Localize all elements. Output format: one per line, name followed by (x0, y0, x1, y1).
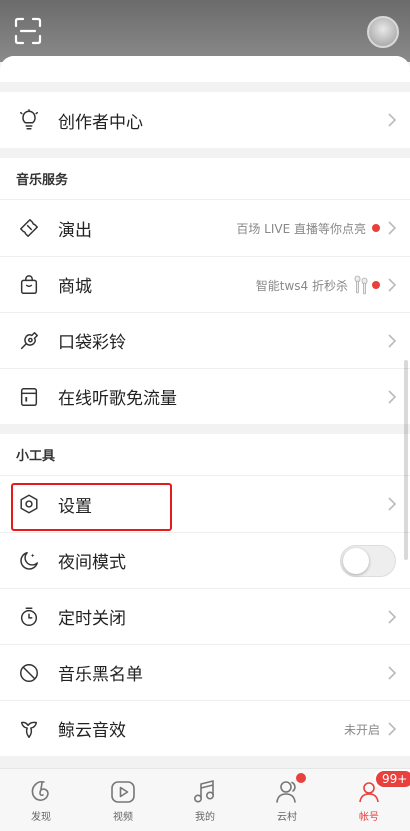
tab-discover[interactable]: 发现 (0, 769, 82, 831)
bottom-tab-bar: 发现 视频 我的 云村 99+ 帐号 (0, 768, 410, 831)
chevron-right-icon (388, 113, 397, 127)
section-title-tools: 小工具 (0, 434, 410, 476)
chevron-right-icon (388, 722, 397, 736)
mall-hint: 智能tws4 折秒杀 (255, 278, 348, 293)
sleep-timer-label: 定时关闭 (58, 609, 126, 629)
chevron-right-icon (388, 221, 397, 235)
chevron-right-icon (388, 497, 397, 511)
mall-label: 商城 (58, 277, 92, 297)
netease-music-icon (31, 780, 49, 801)
menu-item-night-mode[interactable]: 夜间模式 (0, 532, 410, 588)
toggle-knob (343, 548, 369, 574)
blacklist-label: 音乐黑名单 (58, 665, 143, 685)
timer-icon (16, 604, 42, 630)
ticket-icon (16, 215, 42, 241)
sim-card-icon (16, 384, 42, 410)
tab-video[interactable]: 视频 (82, 769, 164, 831)
lightbulb-icon (16, 107, 42, 133)
top-bar (0, 0, 410, 62)
play-icon (111, 780, 135, 803)
chevron-right-icon (388, 390, 397, 404)
chevron-right-icon (388, 666, 397, 680)
tab-mine[interactable]: 我的 (164, 769, 246, 831)
settings-label: 设置 (58, 496, 92, 517)
tab-account[interactable]: 99+ 帐号 (328, 769, 410, 831)
earbuds-icon (354, 275, 368, 295)
tab-label: 我的 (195, 811, 215, 823)
sound-effect-label: 鲸云音效 (58, 721, 126, 741)
ringtone-icon (16, 328, 42, 354)
account-sheet: 创作者中心 音乐服务 演出 百场 LIVE 直播等你点亮 商城 智能tws4 折… (0, 56, 410, 768)
shows-label: 演出 (58, 220, 92, 241)
notification-badge: 99+ (374, 769, 410, 789)
tab-label: 帐号 (359, 811, 379, 823)
sound-effect-status: 未开启 (343, 722, 380, 737)
creator-center-label: 创作者中心 (58, 112, 143, 133)
tab-red-dot (296, 773, 306, 783)
red-dot (372, 281, 380, 289)
menu-item-shows[interactable]: 演出 百场 LIVE 直播等你点亮 (0, 200, 410, 256)
tab-label: 视频 (113, 811, 133, 823)
music-services-card: 音乐服务 演出 百场 LIVE 直播等你点亮 商城 智能tws4 折秒杀 口袋彩… (0, 158, 410, 424)
block-icon (16, 660, 42, 686)
creator-center-item[interactable]: 创作者中心 (0, 92, 410, 148)
tab-label: 云村 (277, 811, 297, 823)
settings-hexagon-icon (16, 491, 42, 517)
avatar[interactable] (367, 16, 399, 48)
menu-item-sleep-timer[interactable]: 定时关闭 (0, 588, 410, 644)
tab-community[interactable]: 云村 (246, 769, 328, 831)
menu-item-mall[interactable]: 商城 智能tws4 折秒杀 (0, 256, 410, 312)
shopping-bag-icon (16, 272, 42, 298)
whale-icon (16, 716, 42, 742)
menu-item-ringtone[interactable]: 口袋彩铃 (0, 312, 410, 368)
menu-item-sound-effect[interactable]: 鲸云音效 未开启 (0, 700, 410, 756)
shows-hint: 百场 LIVE 直播等你点亮 (236, 221, 366, 236)
chevron-right-icon (388, 278, 397, 292)
night-mode-toggle[interactable] (340, 545, 396, 577)
tab-label: 发现 (31, 811, 51, 823)
free-data-label: 在线听歌免流量 (58, 389, 177, 409)
music-note-icon (193, 779, 215, 802)
section-title-music-services: 音乐服务 (0, 158, 410, 200)
scan-icon[interactable] (14, 17, 42, 45)
tools-card: 小工具 设置 夜间模式 定时关闭 音乐黑名单 鲸云音效 未开启 (0, 434, 410, 756)
night-mode-label: 夜间模式 (58, 553, 126, 573)
menu-item-settings[interactable]: 设置 (0, 476, 410, 532)
scrollbar[interactable] (404, 360, 408, 560)
chevron-right-icon (388, 334, 397, 348)
moon-icon (16, 548, 42, 574)
menu-item-free-data[interactable]: 在线听歌免流量 (0, 368, 410, 424)
chevron-right-icon (388, 610, 397, 624)
red-dot (372, 224, 380, 232)
ringtone-label: 口袋彩铃 (58, 333, 126, 353)
creator-card: 创作者中心 (0, 92, 410, 148)
menu-item-blacklist[interactable]: 音乐黑名单 (0, 644, 410, 700)
